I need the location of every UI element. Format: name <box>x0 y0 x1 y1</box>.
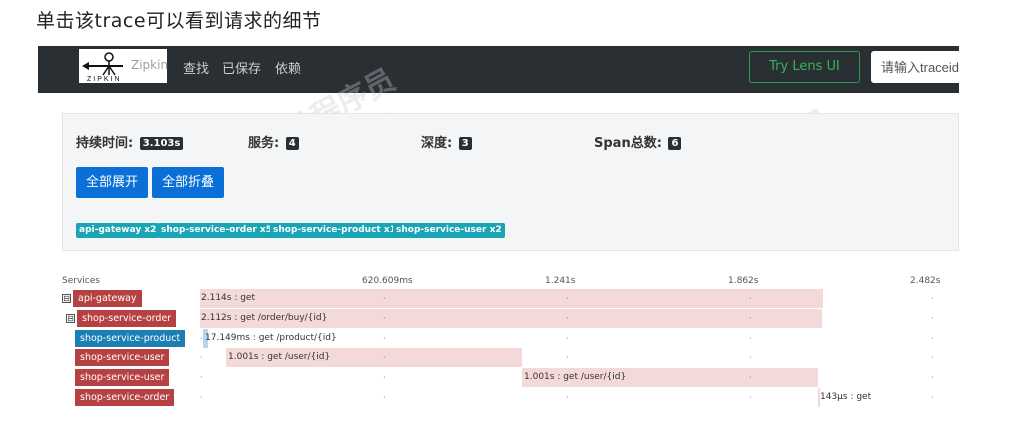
timeline-tick-marker: · <box>383 334 386 343</box>
timeline-tick-marker: · <box>749 294 752 303</box>
span-service-label: shop-service-user <box>75 349 170 366</box>
expand-all-button[interactable]: 全部展开 <box>76 167 148 198</box>
span-count-stat: Span总数: 6 <box>594 132 682 151</box>
timeline-tick-marker: · <box>200 373 203 382</box>
service-tag-shop-service-product[interactable]: shop-service-product x1 <box>270 223 399 238</box>
span-row[interactable]: ⊟ api-gateway 2.114s : get · · · · <box>0 289 1014 308</box>
depth-badge: 3 <box>458 137 472 150</box>
span-text: 2.112s : get /order/buy/{id} <box>201 313 328 323</box>
collapse-toggle[interactable]: ⊟ <box>62 294 71 303</box>
timeline-tick: 2.482s <box>910 276 941 286</box>
timeline-tick-marker: · <box>749 373 752 382</box>
duration-label: 持续时间: <box>76 136 134 151</box>
collapse-all-button[interactable]: 全部折叠 <box>152 167 224 198</box>
timeline-tick-marker: · <box>383 314 386 323</box>
timeline-tick-marker: · <box>383 294 386 303</box>
depth-label: 深度: <box>421 136 453 151</box>
span-service-label: shop-service-user <box>75 369 170 386</box>
nav-link-find[interactable]: 查找 <box>183 58 209 77</box>
span-count-badge: 6 <box>668 137 682 150</box>
try-lens-ui-button[interactable]: Try Lens UI <box>749 51 860 83</box>
services-label: 服务: <box>248 136 280 151</box>
duration-stat: 持续时间: 3.103s <box>76 132 184 151</box>
timeline-tick-marker: · <box>931 294 934 303</box>
span-text: 17.149ms : get /product/{id} <box>205 333 337 343</box>
service-tag-shop-service-order[interactable]: shop-service-order x5 <box>158 223 275 238</box>
timeline-tick-marker: · <box>931 393 934 402</box>
logo-text: Zipkin <box>131 58 169 72</box>
span-service-label: shop-service-order <box>77 310 177 327</box>
timeline-tick: 1.241s <box>545 276 576 286</box>
timeline-tick-marker: · <box>383 373 386 382</box>
span-service-label: shop-service-product <box>75 330 186 347</box>
nav-link-saved[interactable]: 已保存 <box>222 58 261 77</box>
timeline-tick: 1.862s <box>728 276 759 286</box>
timeline-tick: 620.609ms <box>362 276 413 286</box>
span-count-label: Span总数: <box>594 136 662 151</box>
services-stat: 服务: 4 <box>248 132 299 151</box>
span-row[interactable]: shop-service-order · · · · 143μs : get · <box>0 388 1014 407</box>
span-row[interactable]: shop-service-user · · 1.001s : get /user/… <box>0 368 1014 387</box>
services-badge: 4 <box>285 137 299 150</box>
timeline-tick-marker: · <box>200 393 203 402</box>
span-row[interactable]: shop-service-product · 17.149ms : get /p… <box>0 329 1014 348</box>
timeline-tick-marker: · <box>566 314 569 323</box>
span-row[interactable]: ⊟ shop-service-order 2.112s : get /order… <box>0 309 1014 328</box>
timeline-tick-marker: · <box>749 314 752 323</box>
span-text: 2.114s : get <box>201 293 255 303</box>
timeline-tick-marker: · <box>931 334 934 343</box>
span-text: 1.001s : get /user/{id} <box>228 352 331 362</box>
duration-badge: 3.103s <box>139 137 184 150</box>
timeline-tick-marker: · <box>931 353 934 362</box>
timeline-tick-marker: · <box>566 334 569 343</box>
timeline-tick-marker: · <box>383 353 386 362</box>
span-service-label: api-gateway <box>73 290 142 307</box>
timeline-tick-marker: · <box>931 314 934 323</box>
trace-summary-panel: 持续时间: 3.103s 服务: 4 深度: 3 Span总数: 6 全部展开 … <box>62 113 959 251</box>
timeline-tick-marker: · <box>383 393 386 402</box>
logo-word: ZIPKIN <box>87 76 122 83</box>
timeline-tick-marker: · <box>749 393 752 402</box>
span-service-label: shop-service-order <box>75 389 175 406</box>
nav-link-dependencies[interactable]: 依赖 <box>275 58 301 77</box>
service-tag-api-gateway[interactable]: api-gateway x2 <box>76 223 160 238</box>
span-bar[interactable] <box>200 289 823 308</box>
caption: 单击该trace可以看到请求的细节 <box>36 10 322 32</box>
span-text: 1.001s : get /user/{id} <box>524 372 627 382</box>
service-tag-shop-service-user[interactable]: shop-service-user x2 <box>393 223 505 238</box>
depth-stat: 深度: 3 <box>421 132 472 151</box>
timeline-header-services: Services <box>62 276 100 286</box>
timeline-tick-marker: · <box>200 353 203 362</box>
timeline-tick-marker: · <box>749 353 752 362</box>
timeline-tick-marker: · <box>931 373 934 382</box>
timeline-tick-marker: · <box>566 393 569 402</box>
span-row[interactable]: shop-service-user · 1.001s : get /user/{… <box>0 348 1014 367</box>
traceid-search-input[interactable] <box>871 51 971 83</box>
navbar: ZIPKIN Zipkin 查找 已保存 依赖 Try Lens UI <box>38 46 971 93</box>
span-text: 143μs : get <box>820 392 872 402</box>
collapse-toggle[interactable]: ⊟ <box>66 314 75 323</box>
timeline-tick-marker: · <box>749 334 752 343</box>
timeline-tick-marker: · <box>566 353 569 362</box>
timeline-tick-marker: · <box>566 294 569 303</box>
